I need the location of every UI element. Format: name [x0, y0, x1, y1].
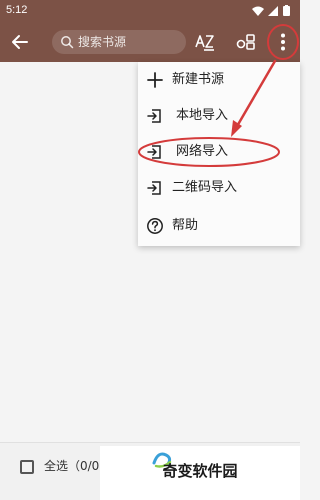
search-icon	[61, 36, 74, 49]
watermark-logo: 奇变软件园	[100, 446, 300, 500]
menu-item-new-source[interactable]: 新建书源	[138, 62, 300, 98]
import-icon	[147, 181, 161, 195]
signal-icon	[268, 6, 278, 16]
menu-item-label: 新建书源	[172, 72, 225, 87]
more-vertical-icon	[281, 33, 285, 51]
menu-item-label: 本地导入	[176, 108, 229, 123]
az-sort-icon	[195, 35, 214, 51]
arrow-left-icon	[12, 35, 28, 49]
search-placeholder: 搜索书源	[78, 35, 127, 49]
overflow-menu: 新建书源 本地导入 网络导入 二维码导入 帮助	[138, 62, 300, 246]
status-bar: 5:12	[0, 0, 300, 22]
group-button[interactable]	[234, 30, 258, 54]
import-icon	[147, 145, 161, 159]
sort-button[interactable]	[194, 30, 218, 54]
battery-icon	[283, 6, 290, 16]
status-icons	[252, 5, 290, 16]
menu-item-local-import[interactable]: 本地导入	[138, 98, 300, 134]
search-input[interactable]: 搜索书源	[52, 30, 186, 54]
back-button[interactable]	[8, 30, 32, 54]
watermark-text: 奇变软件园	[162, 462, 238, 480]
menu-item-label: 帮助	[172, 218, 199, 233]
menu-item-network-import[interactable]: 网络导入	[138, 134, 300, 170]
group-icon	[236, 34, 255, 50]
status-time: 5:12	[6, 4, 28, 16]
help-icon	[147, 218, 163, 234]
menu-item-label: 二维码导入	[172, 180, 238, 195]
wifi-icon	[252, 6, 264, 16]
import-icon	[147, 109, 161, 123]
more-options-button[interactable]	[271, 30, 295, 54]
select-all-checkbox[interactable]	[20, 460, 34, 474]
menu-item-label: 网络导入	[176, 144, 229, 159]
menu-item-qrcode-import[interactable]: 二维码导入	[138, 170, 300, 206]
menu-item-help[interactable]: 帮助	[138, 208, 300, 244]
app-bar: 搜索书源	[0, 22, 300, 62]
plus-icon	[147, 72, 163, 88]
